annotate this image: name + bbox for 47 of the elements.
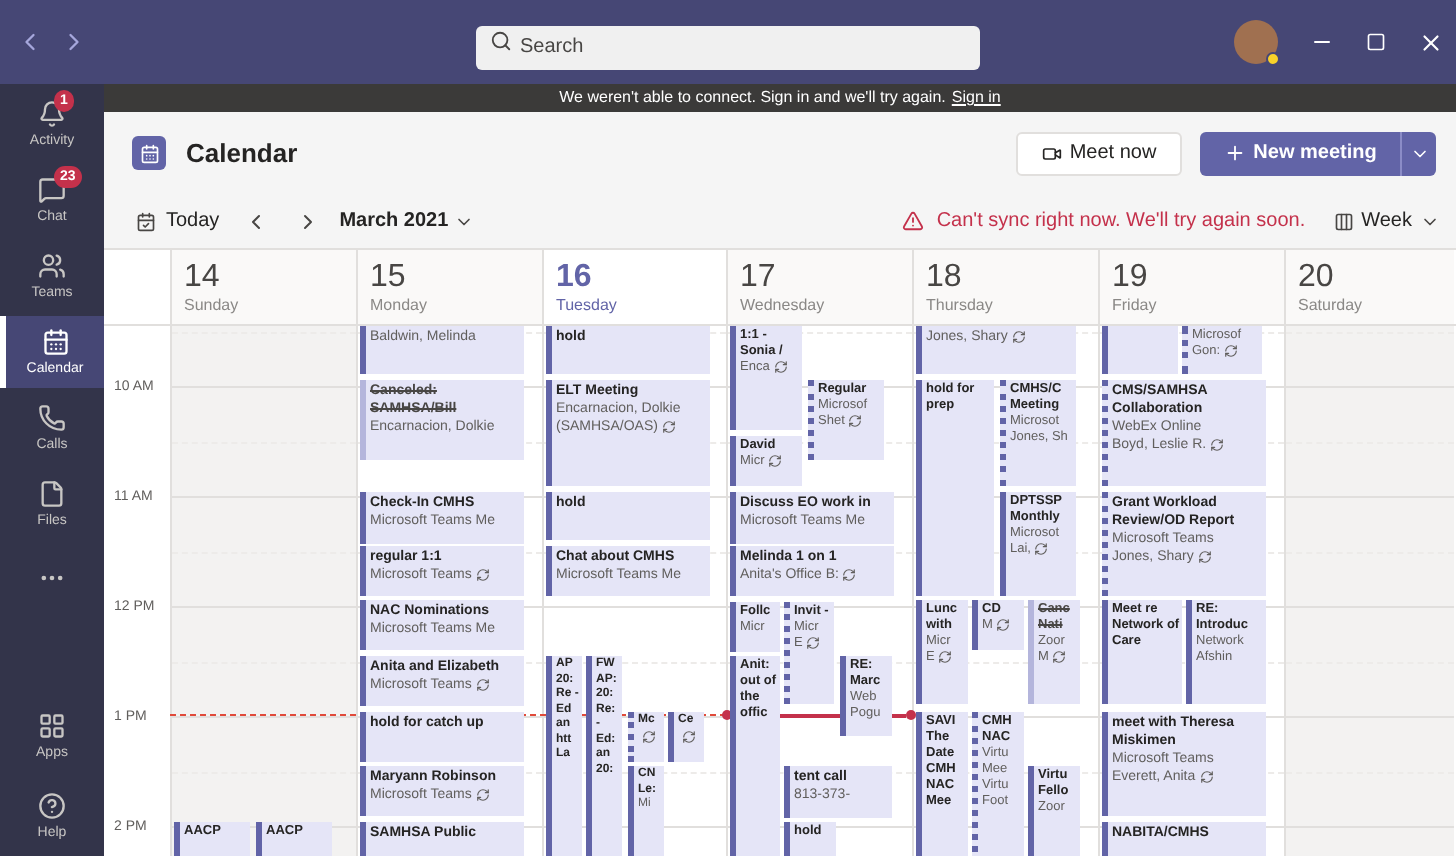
today-icon [136, 211, 156, 231]
day-number: 14 [184, 258, 222, 296]
close-icon[interactable] [1418, 29, 1444, 55]
calendar-icon [41, 327, 69, 355]
weekday-label: Wednesday [740, 296, 827, 316]
day-number: 15 [370, 258, 408, 296]
apps-icon [38, 711, 66, 739]
day-number: 20 [1298, 258, 1336, 296]
today-button[interactable]: Today [136, 206, 220, 236]
weekday-label: Friday [1112, 296, 1159, 316]
weekday-label: Saturday [1298, 296, 1365, 316]
avatar[interactable] [1234, 20, 1278, 64]
maximize-icon[interactable] [1366, 32, 1386, 52]
month-picker[interactable]: March 2021 [339, 206, 475, 236]
search-icon [490, 30, 512, 52]
new-meeting-button[interactable]: New meeting [1200, 131, 1436, 175]
file-icon [38, 479, 66, 507]
day-header[interactable]: 19 Friday [1098, 250, 1284, 324]
weekday-label: Monday [370, 296, 429, 316]
meet-now-button[interactable]: Meet now [1016, 131, 1182, 175]
day-number: 17 [740, 258, 778, 296]
week-view-icon [1333, 211, 1354, 231]
day-number: 18 [926, 258, 964, 296]
day-header[interactable]: 17 Wednesday [726, 250, 912, 324]
calendar-app-icon [132, 136, 166, 170]
day-header[interactable]: 18 Thursday [912, 250, 1098, 324]
calendar-event[interactable] [1102, 326, 1178, 374]
help-icon [38, 791, 66, 819]
day-header[interactable]: 15 Monday [356, 250, 542, 324]
weekday-label: Thursday [926, 296, 995, 316]
search-field[interactable]: Search [476, 25, 980, 69]
people-icon [38, 251, 66, 279]
banner-message: We weren't able to connect. Sign in and we'll try again. [559, 86, 946, 110]
day-header[interactable]: 14 Sunday [170, 250, 356, 324]
sign-in-link[interactable]: Sign in [951, 86, 1001, 110]
warning-icon [902, 210, 925, 232]
plus-icon [1223, 142, 1246, 164]
sync-warning: Can't sync right now. We'll try again soon. [936, 208, 1306, 236]
view-picker[interactable]: Week [1333, 206, 1440, 236]
weekday-label: Sunday [184, 296, 241, 316]
phone-icon [38, 403, 66, 431]
weekday-label: Tuesday [556, 296, 619, 316]
day-header[interactable]: 20 Saturday [1284, 250, 1454, 324]
page-title: Calendar [186, 135, 298, 172]
camera-icon [1041, 143, 1062, 163]
day-number: 19 [1112, 258, 1150, 296]
day-number: 16 [556, 258, 594, 296]
